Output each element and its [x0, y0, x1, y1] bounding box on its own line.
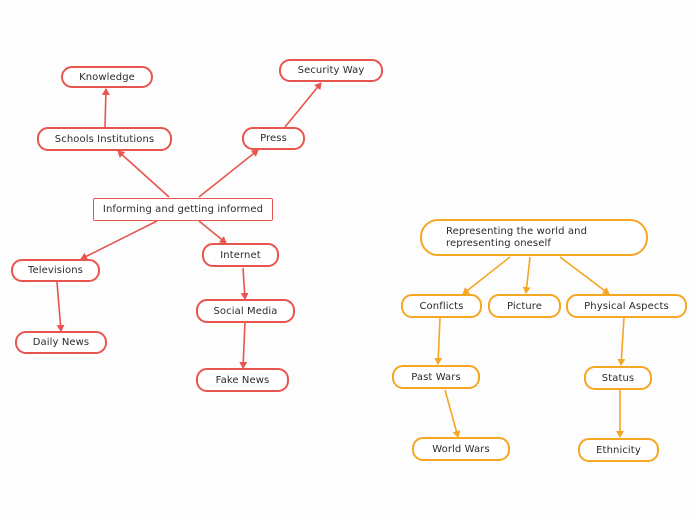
node-status[interactable]: Status: [584, 366, 652, 390]
edge-past-wars-to-world-wars: [444, 389, 461, 438]
edge-press-to-security: [284, 82, 322, 128]
edge-internet-to-social-media: [240, 267, 249, 300]
node-press[interactable]: Press: [242, 127, 305, 150]
edge-representing-to-picture: [522, 256, 531, 294]
edge-social-media-to-fake-news: [239, 321, 248, 369]
node-fake-news[interactable]: Fake News: [196, 368, 289, 392]
edge-root-to-televisions: [80, 220, 158, 260]
edge-physical-to-status: [617, 317, 626, 366]
edge-root-to-press: [198, 149, 259, 198]
node-physical-aspects[interactable]: Physical Aspects: [566, 294, 687, 318]
node-knowledge[interactable]: Knowledge: [61, 66, 153, 88]
node-conflicts[interactable]: Conflicts: [401, 294, 482, 318]
edge-root-to-internet: [198, 220, 227, 244]
node-picture[interactable]: Picture: [488, 294, 561, 318]
edge-schools-to-knowledge: [101, 88, 110, 128]
edge-conflicts-to-past-wars: [434, 317, 443, 365]
edge-root-to-schools: [117, 150, 170, 198]
node-past-wars[interactable]: Past Wars: [392, 365, 480, 389]
node-social-media[interactable]: Social Media: [196, 299, 295, 323]
node-informing-root[interactable]: Informing and getting informed: [93, 198, 273, 221]
edge-representing-to-conflicts: [462, 256, 511, 295]
edge-televisions-to-daily-news: [56, 281, 65, 332]
node-security-way[interactable]: Security Way: [279, 59, 383, 82]
node-televisions[interactable]: Televisions: [11, 259, 100, 282]
edge-representing-to-physical: [559, 256, 610, 295]
node-representing-root[interactable]: Representing the world and representing …: [420, 219, 648, 256]
node-schools-institutions[interactable]: Schools Institutions: [37, 127, 172, 151]
node-world-wars[interactable]: World Wars: [412, 437, 510, 461]
node-daily-news[interactable]: Daily News: [15, 331, 107, 354]
node-internet[interactable]: Internet: [202, 243, 279, 267]
node-ethnicity[interactable]: Ethnicity: [578, 438, 659, 462]
